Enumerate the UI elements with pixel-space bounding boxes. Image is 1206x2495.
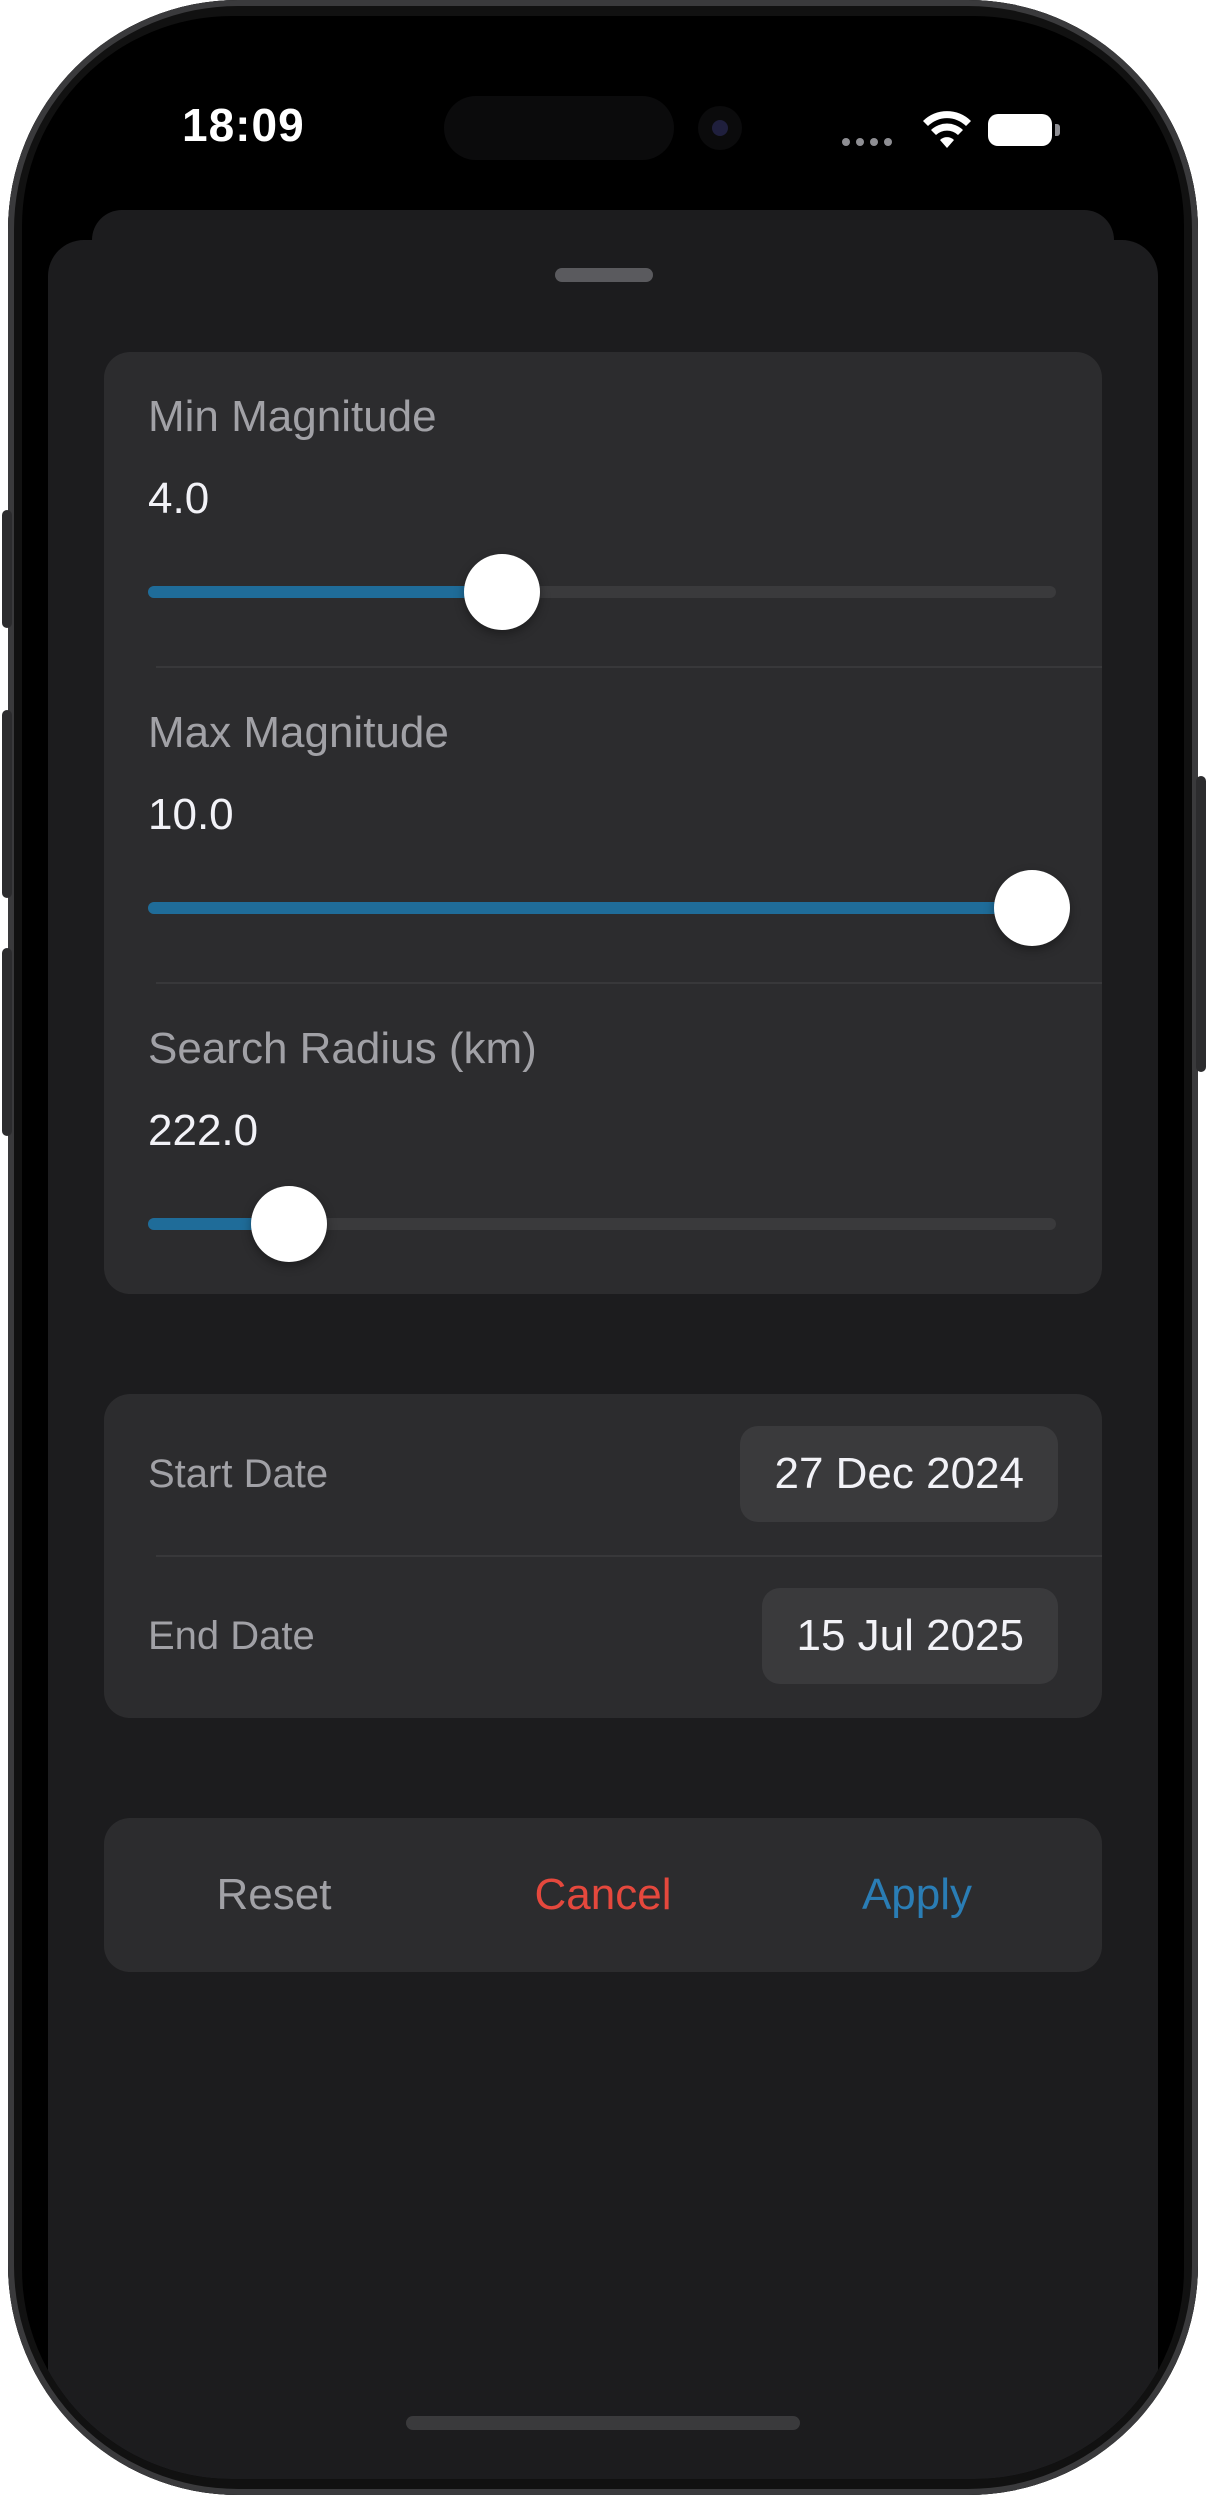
action-button: [2, 510, 12, 628]
screen: 18:09 Min Magnitude 4.0 Max Magnitude 10…: [22, 16, 1184, 2479]
start-date-label: Start Date: [148, 1452, 329, 1496]
slider-fill: [148, 902, 1056, 914]
actions-group: Reset Cancel Apply: [104, 1818, 1102, 1972]
min-magnitude-value: 4.0: [148, 474, 210, 523]
status-bar: 18:09: [22, 16, 1184, 216]
search-radius-row: Search Radius (km) 222.0: [104, 984, 1102, 1298]
start-date-picker[interactable]: 27 Dec 2024: [740, 1426, 1058, 1522]
cancel-button[interactable]: Cancel: [453, 1818, 753, 1972]
max-magnitude-label: Max Magnitude: [148, 708, 449, 757]
dynamic-island: [444, 96, 674, 160]
power-button: [1196, 776, 1206, 1072]
apply-button[interactable]: Apply: [767, 1818, 1067, 1972]
search-radius-label: Search Radius (km): [148, 1024, 537, 1073]
end-date-row: End Date 15 Jul 2025: [104, 1556, 1102, 1718]
volume-down-button: [2, 948, 12, 1136]
date-range-group: Start Date 27 Dec 2024 End Date 15 Jul 2…: [104, 1394, 1102, 1718]
filter-sheet: Min Magnitude 4.0 Max Magnitude 10.0 Sea…: [48, 240, 1158, 2479]
home-indicator[interactable]: [406, 2416, 800, 2430]
min-magnitude-slider[interactable]: [148, 554, 1056, 630]
end-date-label: End Date: [148, 1614, 315, 1658]
search-radius-slider[interactable]: [148, 1186, 1056, 1262]
max-magnitude-value: 10.0: [148, 790, 234, 839]
end-date-picker[interactable]: 15 Jul 2025: [762, 1588, 1058, 1684]
slider-thumb[interactable]: [994, 870, 1070, 946]
max-magnitude-slider[interactable]: [148, 870, 1070, 946]
min-magnitude-label: Min Magnitude: [148, 392, 437, 441]
min-magnitude-row: Min Magnitude 4.0: [104, 352, 1102, 666]
start-date-row: Start Date 27 Dec 2024: [104, 1394, 1102, 1556]
status-time: 18:09: [182, 99, 305, 151]
magnitude-radius-group: Min Magnitude 4.0 Max Magnitude 10.0 Sea…: [104, 352, 1102, 1294]
volume-up-button: [2, 710, 12, 898]
search-radius-value: 222.0: [148, 1106, 259, 1155]
sheet-grabber[interactable]: [555, 268, 653, 282]
wifi-icon: [923, 111, 971, 148]
slider-thumb[interactable]: [463, 554, 540, 630]
reset-button[interactable]: Reset: [124, 1818, 424, 1972]
max-magnitude-row: Max Magnitude 10.0: [104, 668, 1102, 982]
signal-dots-icon: [842, 138, 892, 146]
slider-fill: [148, 586, 512, 598]
slider-thumb[interactable]: [251, 1186, 328, 1262]
camera-icon: [698, 106, 742, 150]
battery-icon: [988, 114, 1060, 146]
